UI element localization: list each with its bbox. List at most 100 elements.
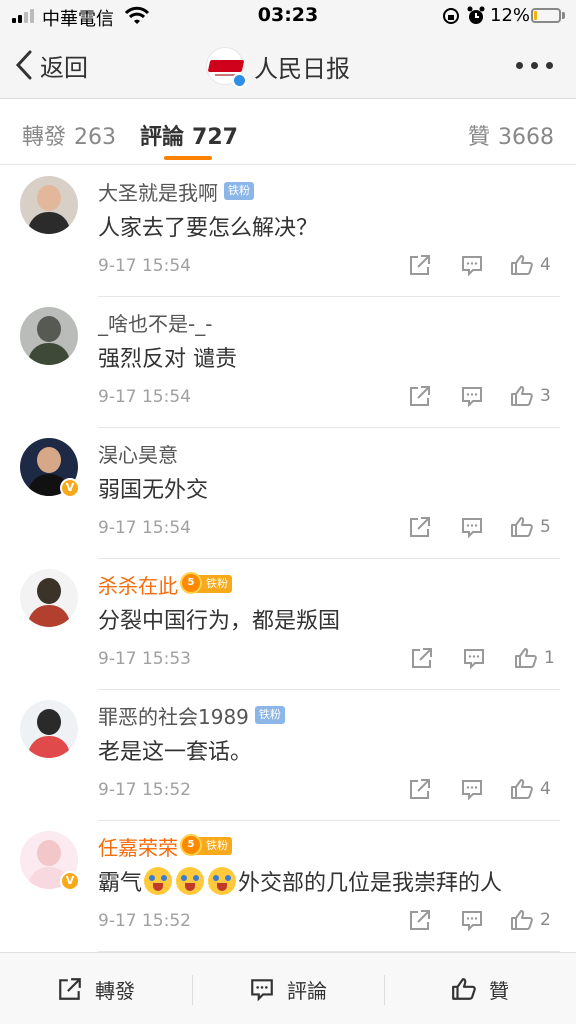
page-title: 人民日报 [254, 54, 350, 83]
back-button[interactable]: 返回 [14, 48, 88, 82]
avatar[interactable] [20, 307, 78, 365]
status-bar: 中華電信 03:23 12% [0, 0, 576, 32]
bottom-toolbar: 轉發 評論 贊 [0, 952, 576, 1024]
comment-author[interactable]: 淏心昊意 [98, 439, 178, 468]
crying-laughing-emoji-icon [176, 867, 205, 895]
rotation-lock-icon [443, 8, 459, 24]
share-button[interactable] [408, 250, 432, 280]
avatar[interactable] [20, 700, 78, 758]
comment-list: 大圣就是我啊 铁粉 人家去了要怎么解决？ 9-17 15:54 4 _啥也不是-… [0, 166, 576, 952]
like-count: 4 [540, 779, 551, 799]
back-label: 返回 [40, 53, 88, 82]
reply-button[interactable] [460, 512, 484, 542]
comment-time: 9-17 15:54 [98, 387, 191, 407]
thumbs-up-icon [452, 978, 476, 1000]
comment-item: 杀杀在此 5 铁粉 分裂中国行为，都是叛国 9-17 15:53 1 [0, 559, 576, 690]
repost-label: 轉發 [95, 978, 135, 1003]
like-button[interactable]: 5 [510, 512, 551, 542]
share-button[interactable] [408, 774, 432, 804]
more-dots-icon[interactable] [516, 62, 554, 70]
crying-laughing-emoji-icon [144, 867, 173, 895]
comment-icon [464, 649, 484, 670]
thumbs-up-icon [515, 648, 537, 668]
like-button[interactable]: 4 [510, 250, 551, 280]
reply-button[interactable] [460, 250, 484, 280]
comment-label: 評論 [287, 978, 327, 1003]
comment-author[interactable]: _啥也不是-_- [98, 308, 212, 337]
like-count: 3 [540, 386, 551, 406]
comment-text: 老是这一套话。 [98, 740, 253, 765]
reply-button[interactable] [460, 774, 484, 804]
avatar[interactable]: V [20, 831, 80, 891]
comment-time: 9-17 15:54 [98, 518, 191, 538]
chevron-left-icon [15, 50, 32, 80]
tab-bar: 轉發 263 評論 727 贊 3668 [0, 99, 576, 165]
reply-button[interactable] [462, 643, 486, 673]
battery-icon [531, 8, 561, 23]
comment-author[interactable]: 杀杀在此 [98, 570, 178, 599]
tab-repost-label: 轉發 [22, 125, 67, 150]
share-button[interactable] [410, 643, 434, 673]
like-button[interactable]: 2 [510, 905, 551, 935]
comment-button[interactable]: 評論 [192, 953, 384, 1024]
thumbs-up-icon [511, 779, 533, 799]
comment-time: 9-17 15:52 [98, 911, 191, 931]
comment-text-suffix: 外交部的几位是我崇拜的人 [238, 871, 503, 896]
thumbs-up-icon [511, 255, 533, 275]
like-button[interactable]: 1 [514, 643, 555, 673]
heart-level-icon: 5 [180, 834, 202, 856]
comment-icon [251, 979, 273, 1002]
tab-repost[interactable]: 轉發 263 [22, 119, 116, 151]
comment-icon [462, 780, 482, 801]
avatar[interactable]: V [20, 438, 80, 498]
tab-comment-count: 727 [192, 125, 238, 150]
like-button[interactable]: 4 [510, 774, 551, 804]
share-button[interactable] [408, 381, 432, 411]
share-icon [59, 978, 81, 1000]
reply-button[interactable] [460, 905, 484, 935]
tab-comment[interactable]: 評論 727 [140, 119, 238, 151]
like-label: 贊 [489, 978, 509, 1003]
account-header[interactable]: 人民日报 [206, 46, 350, 88]
tab-comment-label: 評論 [140, 125, 185, 150]
share-button[interactable] [408, 512, 432, 542]
thumbs-up-icon [511, 910, 533, 930]
reply-button[interactable] [460, 381, 484, 411]
comment-text: 弱国无外交 [98, 478, 209, 503]
comment-author[interactable]: 大圣就是我啊 [98, 177, 218, 206]
thumbs-up-icon [511, 386, 533, 406]
fan-badge: 5 铁粉 [180, 572, 232, 594]
comment-text-prefix: 霸气 [98, 871, 143, 896]
fan-badge: 铁粉 [224, 182, 254, 200]
like-button[interactable]: 3 [510, 381, 551, 411]
battery-tip [562, 12, 565, 19]
comment-icon [462, 911, 482, 932]
crying-laughing-emoji-icon [208, 867, 237, 895]
comment-text: 霸气 外交部的几位是我崇拜的人 [98, 865, 502, 897]
comment-author[interactable]: 任嘉荣荣 [98, 832, 178, 861]
heart-level-icon: 5 [180, 572, 202, 594]
comment-item: 大圣就是我啊 铁粉 人家去了要怎么解决？ 9-17 15:54 4 [0, 166, 576, 297]
verified-badge-icon: V [60, 871, 80, 891]
share-icon [410, 386, 430, 406]
comment-author[interactable]: 罪恶的社会1989 [98, 701, 249, 730]
battery-percent: 12% [490, 5, 531, 26]
share-icon [412, 648, 432, 668]
comment-icon [462, 387, 482, 408]
comment-item: _啥也不是-_- 强烈反对 谴责 9-17 15:54 3 [0, 297, 576, 428]
share-button[interactable] [408, 905, 432, 935]
like-count: 1 [544, 648, 555, 668]
repost-button[interactable]: 轉發 [0, 953, 192, 1024]
comment-text: 分裂中国行为，都是叛国 [98, 609, 341, 634]
tab-like-label: 贊 [467, 125, 490, 150]
comment-text: 人家去了要怎么解决？ [98, 216, 319, 241]
tab-like[interactable]: 贊 3668 [468, 119, 554, 151]
verified-badge-icon [232, 73, 247, 88]
avatar[interactable] [20, 176, 78, 234]
fan-badge: 5 铁粉 [180, 834, 232, 856]
verified-badge-icon: V [60, 478, 80, 498]
active-tab-indicator [164, 156, 212, 160]
like-post-button[interactable]: 贊 [384, 953, 576, 1024]
comment-item: 罪恶的社会1989 铁粉 老是这一套话。 9-17 15:52 4 [0, 690, 576, 821]
avatar[interactable] [20, 569, 78, 627]
